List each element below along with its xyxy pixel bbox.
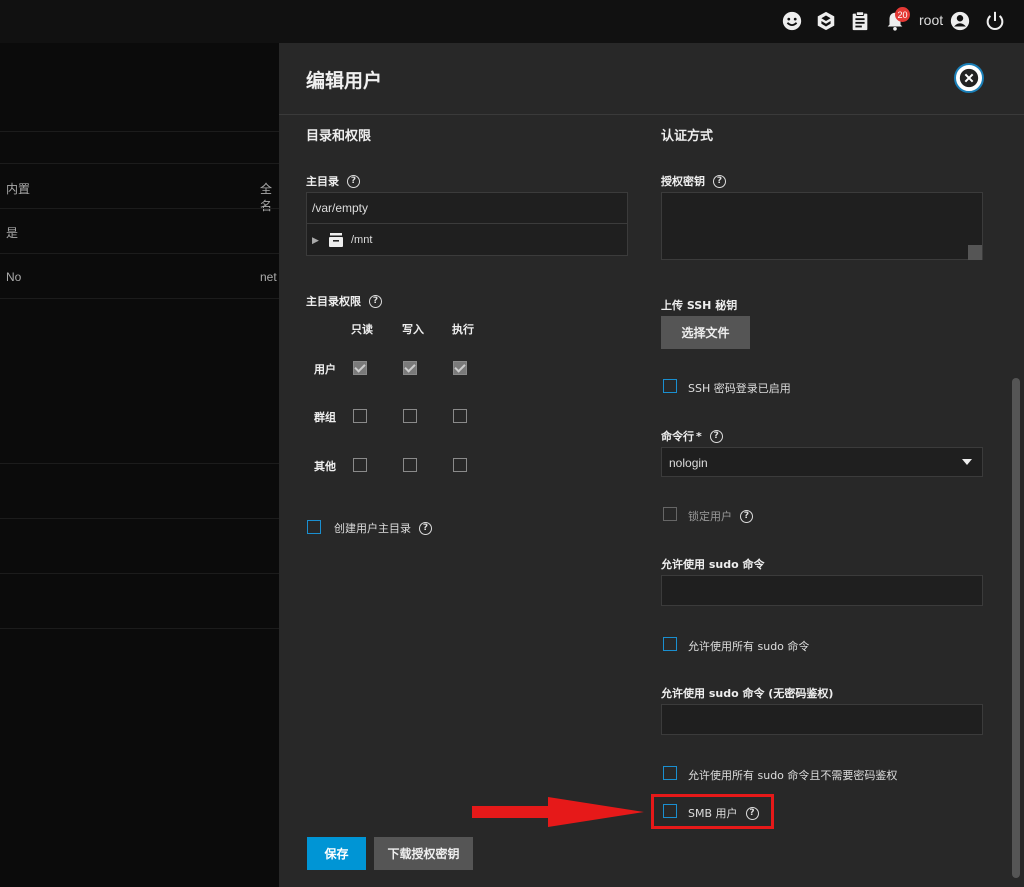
perm-row-group: 群组 [314,411,336,424]
perm-user-write-checkbox[interactable] [403,361,417,375]
lock-user-label-text: 锁定用户 [688,510,732,523]
help-icon[interactable]: ? [369,294,382,308]
table-cell: net [260,270,277,284]
perm-row-user: 用户 [314,363,336,376]
perm-row-other: 其他 [314,460,336,473]
help-icon[interactable]: ? [740,509,753,523]
perm-group-read-checkbox[interactable] [353,409,367,423]
home-dir-input[interactable]: /var/empty [312,201,368,215]
sudo-nopass-label: 允许使用 sudo 命令 (无密码鉴权) [661,687,834,700]
perm-user-read-checkbox[interactable] [353,361,367,375]
perm-group-write-checkbox[interactable] [403,409,417,423]
column-header-builtin[interactable]: 内置 [6,180,30,197]
divider [0,253,279,254]
perm-header-read: 只读 [351,323,373,336]
sudo-all-checkbox[interactable] [663,637,677,651]
edit-user-panel: 编辑用户 目录和权限 主目录 ? /var/empty ▶ /mnt 主目录权限… [279,43,1024,887]
home-dir-label-text: 主目录 [306,175,339,188]
resize-handle[interactable] [968,245,982,260]
users-table-background: 内置 全名 是 No net [0,43,279,887]
section-title-directories: 目录和权限 [306,129,372,144]
expand-arrow-icon[interactable]: ▶ [312,236,319,246]
account-icon[interactable] [948,9,972,33]
create-home-label-text: 创建用户主目录 [334,522,411,535]
sudo-commands-input[interactable] [661,575,983,606]
sudo-label: 允许使用 sudo 命令 [661,558,765,571]
table-cell: 是 [6,226,19,240]
save-button[interactable]: 保存 [307,837,366,870]
lock-user-checkbox[interactable] [663,507,677,521]
home-perm-label-text: 主目录权限 [306,295,361,308]
home-dir-label: 主目录 ? [306,173,360,189]
shell-select[interactable] [661,447,983,477]
section-title-authentication: 认证方式 [661,129,714,144]
dataset-icon [328,232,344,248]
shell-label-text: 命令行 [661,430,694,443]
chevron-down-icon[interactable] [962,459,972,465]
sudo-all-label: 允许使用所有 sudo 命令 [688,640,810,653]
header-divider [279,114,1024,115]
notification-badge: 20 [895,7,910,22]
create-home-checkbox[interactable] [307,520,321,534]
ssh-password-label: SSH 密码登录已启用 [688,382,791,395]
required-mark: * [696,429,702,443]
sudo-all-nopass-checkbox[interactable] [663,766,677,780]
lock-user-label: 锁定用户 ? [688,508,753,524]
divider [0,463,279,464]
truecommand-icon[interactable] [814,9,838,33]
perm-other-execute-checkbox[interactable] [453,458,467,472]
top-bar: 20 root [0,0,1024,43]
help-icon[interactable]: ? [709,429,723,443]
perm-other-write-checkbox[interactable] [403,458,417,472]
username[interactable]: root [919,12,943,28]
panel-title: 编辑用户 [306,70,383,92]
perm-header-execute: 执行 [452,323,474,336]
annotation-arrow-icon [472,797,644,827]
upload-ssh-label: 上传 SSH 秘钥 [661,299,738,312]
choose-file-button[interactable]: 选择文件 [661,316,750,349]
shell-select-value: nologin [669,456,708,470]
divider [307,223,627,224]
clipboard-icon[interactable] [848,9,872,33]
auth-key-label: 授权密钥 ? [661,173,726,189]
feedback-icon[interactable] [780,9,804,33]
divider [0,298,279,299]
shell-label: 命令行 * ? [661,428,723,444]
power-icon[interactable] [983,9,1007,33]
perm-header-write: 写入 [402,323,424,336]
help-icon[interactable]: ? [419,521,432,535]
highlight-box [651,794,774,829]
divider [0,628,279,629]
tree-item-mnt[interactable]: /mnt [351,234,372,246]
home-perm-label: 主目录权限 ? [306,293,382,309]
table-cell: No [6,270,22,284]
sudo-nopass-input[interactable] [661,704,983,735]
help-icon[interactable]: ? [713,174,726,188]
auth-key-label-text: 授权密钥 [661,175,705,188]
close-icon [959,68,979,88]
divider [0,518,279,519]
divider [0,131,279,132]
panel-scrollbar[interactable] [1012,378,1020,878]
divider [0,163,279,164]
help-icon[interactable]: ? [347,174,360,188]
close-button[interactable] [954,63,984,93]
download-key-button[interactable]: 下载授权密钥 [374,837,473,870]
ssh-password-checkbox[interactable] [663,379,677,393]
auth-key-textarea[interactable] [661,192,983,260]
divider [0,208,279,209]
divider [0,573,279,574]
sudo-all-nopass-label: 允许使用所有 sudo 命令且不需要密码鉴权 [688,769,898,782]
perm-user-execute-checkbox[interactable] [453,361,467,375]
perm-other-read-checkbox[interactable] [353,458,367,472]
perm-group-execute-checkbox[interactable] [453,409,467,423]
create-home-label: 创建用户主目录 ? [334,520,432,536]
